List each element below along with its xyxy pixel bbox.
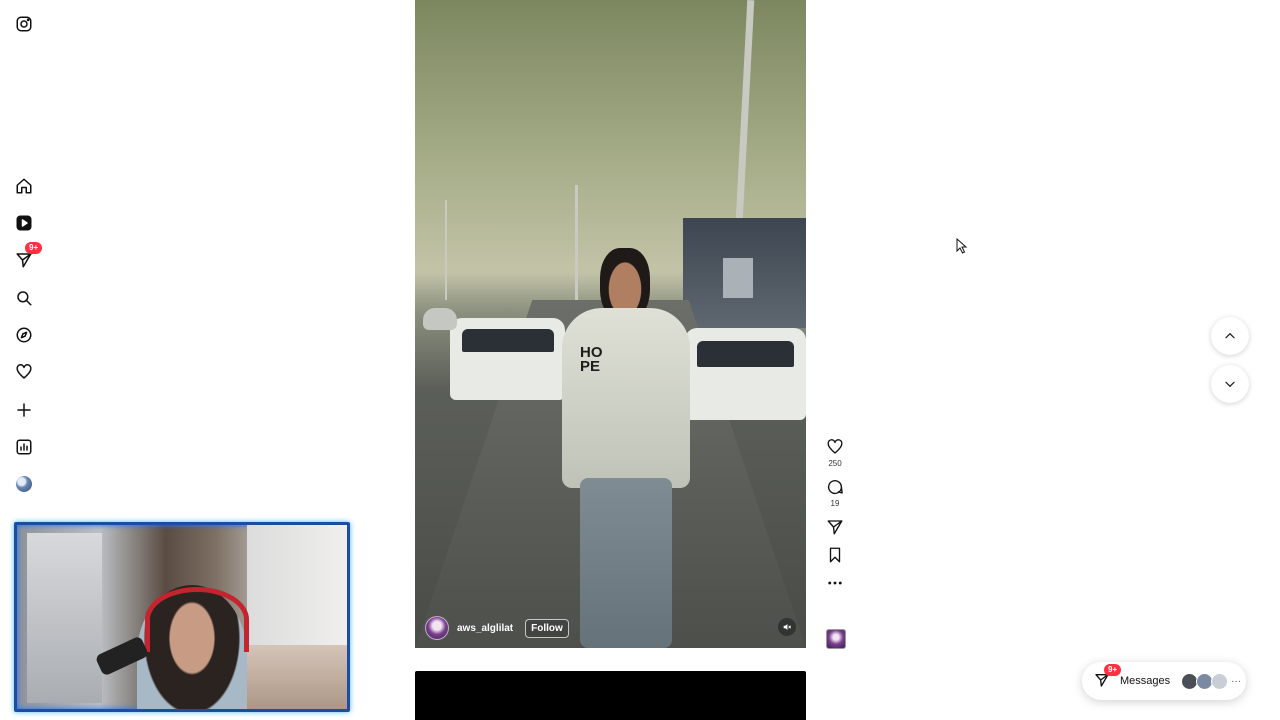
profile-avatar[interactable] (12, 472, 36, 496)
comment-button[interactable]: 19 (822, 478, 848, 508)
save-button[interactable] (822, 546, 848, 564)
comment-count: 19 (830, 499, 840, 508)
webcam-headset (145, 587, 249, 652)
reel-video[interactable]: HO PE aws_alglilat Follow (415, 0, 806, 648)
reel-author-row: aws_alglilat Follow (425, 616, 569, 640)
person-in-reel: HO PE (562, 248, 692, 648)
more-options-button[interactable] (822, 574, 848, 592)
messages-badge: 9+ (25, 242, 43, 254)
author-avatar[interactable] (425, 616, 449, 640)
audio-muted-icon[interactable] (778, 618, 796, 636)
home-icon[interactable] (12, 174, 36, 198)
message-avatars (1181, 672, 1229, 690)
instagram-logo-icon[interactable] (12, 12, 36, 36)
like-count: 250 (828, 459, 842, 468)
reel-actions: 250 19 (822, 438, 848, 602)
street-light-pole-left (445, 200, 447, 300)
street-light-pole (734, 0, 755, 241)
messages-icon[interactable]: 9+ (12, 242, 43, 272)
chevron-up-icon (1225, 333, 1235, 339)
profile-avatar-image (16, 476, 32, 492)
audio-track-thumbnail[interactable] (826, 629, 846, 649)
follow-button[interactable]: Follow (525, 618, 569, 638)
webcam-background-bed (237, 645, 347, 709)
more-icon: ··· (1231, 675, 1242, 687)
create-plus-icon[interactable] (12, 398, 36, 422)
chevron-down-icon (1225, 381, 1235, 387)
author-username[interactable]: aws_alglilat (457, 623, 513, 634)
webcam-background-door (27, 533, 102, 703)
car (450, 318, 565, 400)
messages-badge: 9+ (1104, 664, 1122, 676)
previous-reel-button[interactable] (1211, 317, 1249, 355)
share-button[interactable] (822, 518, 848, 536)
webcam-overlay (14, 522, 350, 712)
heart-icon (827, 439, 843, 454)
dashboard-icon[interactable] (12, 435, 36, 459)
messages-button[interactable]: 9+ Messages ··· (1082, 662, 1246, 700)
car (685, 328, 806, 420)
search-icon[interactable] (12, 286, 36, 310)
reels-icon[interactable] (12, 211, 36, 235)
messages-icon: 9+ (1094, 664, 1122, 690)
bookmark-icon (829, 547, 841, 563)
share-icon (827, 520, 843, 535)
building (683, 218, 806, 328)
like-button[interactable]: 250 (822, 438, 848, 468)
avatar (1211, 672, 1229, 690)
next-reel-button[interactable] (1211, 365, 1249, 403)
explore-icon[interactable] (12, 323, 36, 347)
heart-icon[interactable] (12, 360, 36, 384)
next-reel-preview[interactable] (415, 671, 806, 720)
shirt-print: HO PE (580, 344, 603, 375)
more-icon (828, 581, 842, 585)
building-sign (723, 258, 753, 298)
car (423, 308, 457, 330)
comment-icon (827, 480, 843, 495)
mouse-cursor-icon (956, 238, 968, 254)
messages-label: Messages (1120, 675, 1171, 687)
